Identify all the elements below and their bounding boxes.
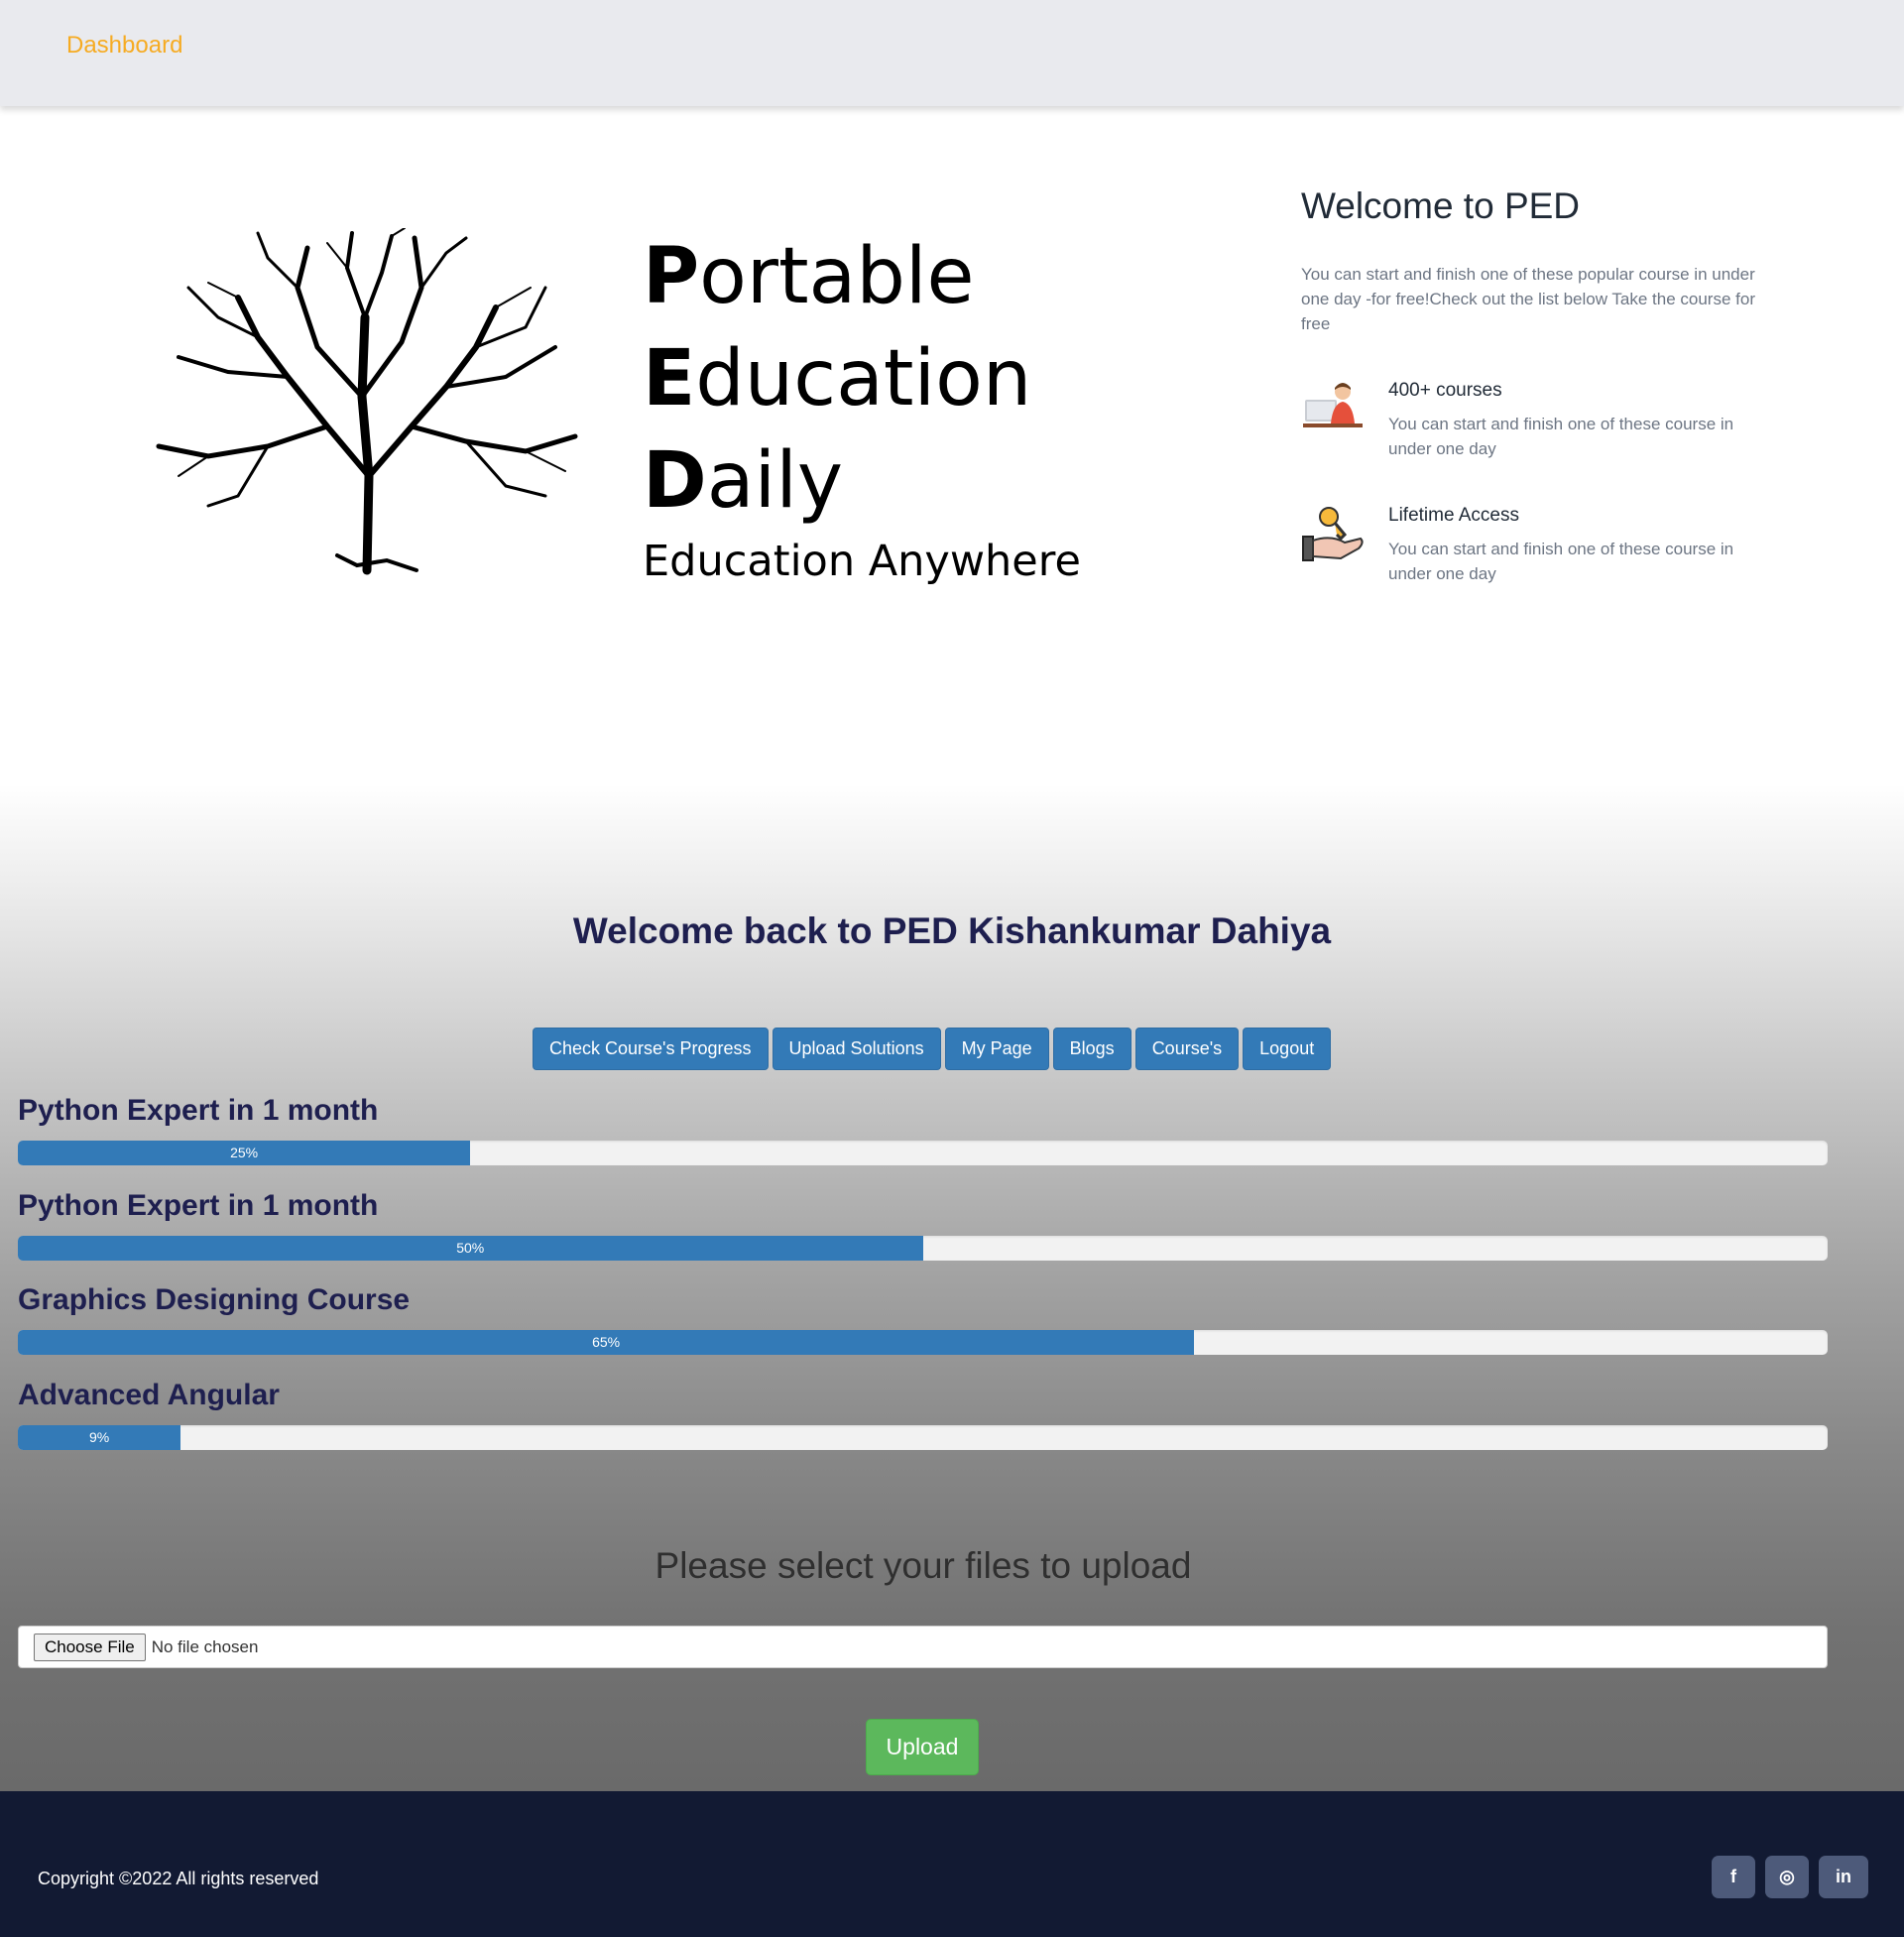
wordmark-line-portable: Portable: [643, 232, 975, 321]
feature-courses: 400+ courses You can start and finish on…: [1301, 378, 1767, 461]
course-title: Python Expert in 1 month: [18, 1189, 379, 1222]
course-title: Graphics Designing Course: [18, 1283, 411, 1316]
welcome-back-heading: Welcome back to PED Kishankumar Dahiya: [572, 910, 1332, 951]
course-title: Python Expert in 1 month: [18, 1094, 379, 1127]
progress-bar: 9%: [18, 1425, 181, 1450]
upload-heading: Please select your files to upload: [654, 1545, 1192, 1586]
progress-track: 25%: [18, 1141, 1828, 1165]
action-buttons: Check Course's Progress Upload Solutions…: [533, 1028, 1332, 1070]
progress-bar: 25%: [18, 1141, 471, 1165]
dashboard-section: Welcome back to PED Kishankumar Dahiya C…: [0, 784, 1904, 1791]
upload-submit-button[interactable]: Upload: [866, 1719, 979, 1775]
dashboard-link[interactable]: Dashboard: [66, 32, 182, 60]
facebook-icon[interactable]: f: [1712, 1856, 1755, 1898]
welcome-description: You can start and finish one of these po…: [1301, 265, 1755, 333]
feature-title: 400+ courses: [1388, 380, 1502, 401]
course-progress-item: Python Expert in 1 month 25%: [18, 1093, 1828, 1165]
feature-title: Lifetime Access: [1388, 505, 1519, 526]
my-page-button[interactable]: My Page: [944, 1028, 1049, 1070]
progress-track: 50%: [18, 1236, 1828, 1261]
welcome-panel: Welcome to PED You can start and finish …: [1301, 182, 1767, 586]
check-progress-button[interactable]: Check Course's Progress: [533, 1028, 769, 1070]
courses-button[interactable]: Course's: [1134, 1028, 1240, 1070]
top-navbar: Dashboard: [0, 0, 1904, 106]
progress-bar: 50%: [18, 1236, 923, 1261]
choose-file-button[interactable]: Choose File: [34, 1633, 146, 1661]
upload-solutions-button[interactable]: Upload Solutions: [772, 1028, 941, 1070]
brand-wordmark: Portable Education Daily Education Anywh…: [643, 226, 1081, 586]
course-progress-item: Python Expert in 1 month 50%: [18, 1188, 1828, 1261]
linkedin-icon[interactable]: in: [1819, 1856, 1868, 1898]
progress-bar: 65%: [18, 1330, 1195, 1355]
feature-description: You can start and finish one of these co…: [1388, 540, 1734, 583]
social-links: f ◎ in: [1712, 1856, 1868, 1898]
copyright-text: Copyright ©2022 All rights reserved: [38, 1869, 319, 1888]
tagline: Education Anywhere: [643, 537, 1081, 586]
tree-logo-icon: [156, 228, 578, 575]
progress-track: 65%: [18, 1330, 1828, 1355]
teacher-at-computer-icon: [1303, 383, 1363, 427]
logout-button[interactable]: Logout: [1243, 1028, 1332, 1070]
instagram-icon[interactable]: ◎: [1765, 1856, 1809, 1898]
course-title: Advanced Angular: [18, 1379, 280, 1411]
file-status-text: No file chosen: [151, 1636, 259, 1656]
feature-lifetime-access: Lifetime Access You can start and finish…: [1301, 503, 1767, 586]
file-input[interactable]: Choose File No file chosen: [18, 1626, 1828, 1668]
course-progress-item: Advanced Angular 9%: [18, 1378, 1828, 1450]
wordmark-line-daily: Daily: [643, 436, 844, 526]
blogs-button[interactable]: Blogs: [1052, 1028, 1131, 1070]
key-in-hand-icon: [1302, 507, 1364, 561]
course-progress-item: Graphics Designing Course 65%: [18, 1282, 1828, 1355]
welcome-title: Welcome to PED: [1301, 185, 1581, 226]
progress-track: 9%: [18, 1425, 1828, 1450]
wordmark-line-education: Education: [643, 334, 1032, 424]
footer: Copyright ©2022 All rights reserved f ◎ …: [0, 1791, 1904, 1937]
feature-description: You can start and finish one of these co…: [1388, 415, 1734, 458]
